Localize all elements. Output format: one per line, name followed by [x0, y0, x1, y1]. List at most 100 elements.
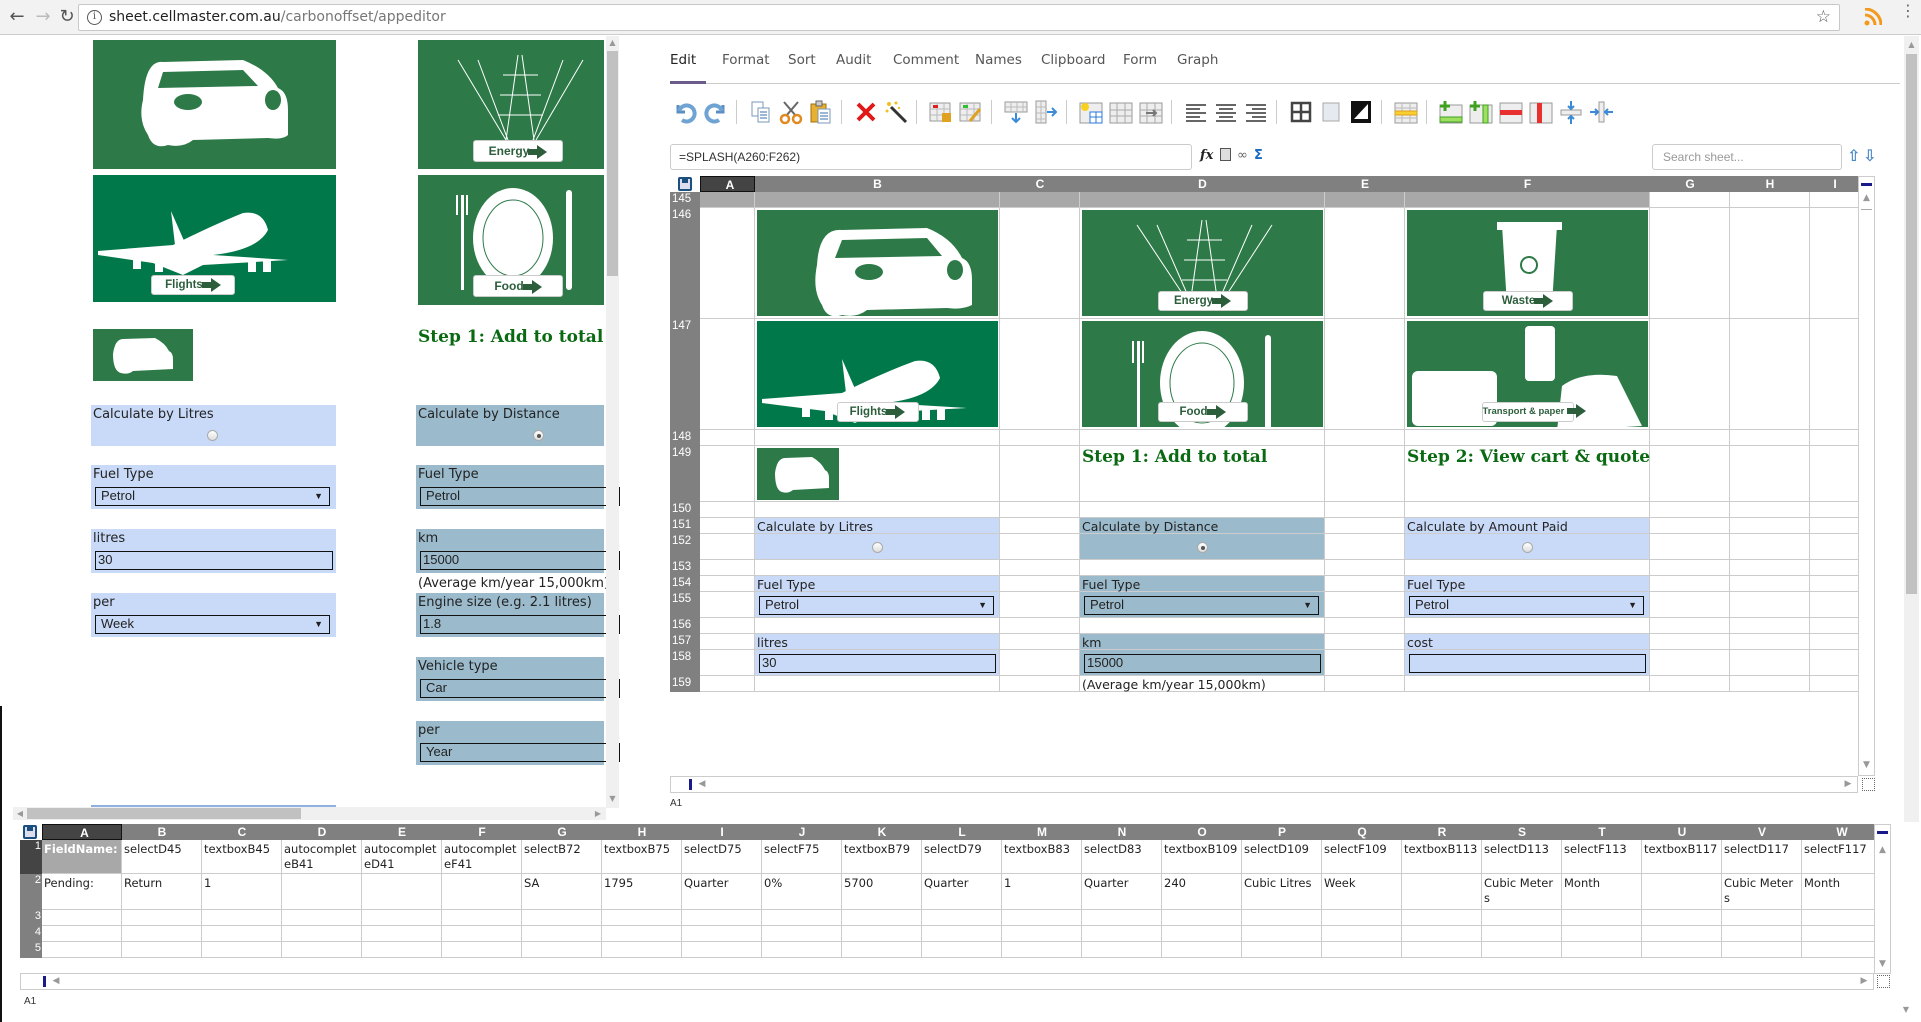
grid-cell[interactable] [842, 910, 922, 926]
field-name-cell[interactable]: FieldName: [42, 840, 122, 874]
column-header-T[interactable]: T [1562, 824, 1642, 840]
grid-cell[interactable] [1162, 910, 1242, 926]
align-left-icon[interactable] [1183, 99, 1209, 125]
grid-cell[interactable] [1730, 650, 1810, 676]
shrink-cols-icon[interactable] [1588, 99, 1614, 125]
delete-column-icon[interactable] [1528, 99, 1554, 125]
scroll-right-icon[interactable]: ▶ [1859, 976, 1869, 986]
column-header-N[interactable]: N [1082, 824, 1162, 840]
formula-input[interactable]: =SPLASH(A260:F262) [670, 144, 1192, 170]
row-header-4[interactable]: 4 [20, 926, 42, 942]
field-name-cell[interactable]: selectD113 [1482, 840, 1562, 874]
distance-option-card[interactable]: Calculate by Distance [416, 405, 604, 446]
scroll-thumb[interactable] [607, 51, 618, 276]
grid-cell[interactable] [1810, 430, 1860, 446]
grid-cell[interactable] [1080, 560, 1325, 576]
pending-vertical-scrollbar[interactable]: ▲ ▼ [1874, 824, 1891, 974]
pending-value-cell[interactable]: Quarter [1082, 874, 1162, 910]
grid-cell[interactable] [1082, 942, 1162, 958]
scroll-left-icon[interactable]: ◀ [15, 809, 25, 818]
column-header-I[interactable]: I [1810, 176, 1860, 192]
address-bar[interactable]: i sheet.cellmaster.com.au/carbonoffset/a… [78, 4, 1840, 31]
field-name-cell[interactable]: textboxB117 [1642, 840, 1722, 874]
row-header-146[interactable]: 146 [670, 208, 700, 319]
pending-fields-grid[interactable]: A B C D E F G H I J K L M N O P Q R S T U V W 1 2 3 4 5 FieldName: se… [20, 824, 1884, 974]
grid-cell[interactable] [700, 560, 755, 576]
grid-cell[interactable] [1325, 502, 1405, 518]
grid-cell[interactable] [1325, 676, 1405, 692]
column-header-P[interactable]: P [1242, 824, 1322, 840]
grid-cell[interactable] [1322, 910, 1402, 926]
grid-cell[interactable] [755, 502, 1000, 518]
grid-cell[interactable] [1325, 534, 1405, 560]
grid-cell[interactable] [282, 942, 362, 958]
grid-cell[interactable] [1802, 926, 1882, 942]
grid-cell[interactable] [202, 926, 282, 942]
pending-value-cell[interactable]: 1795 [602, 874, 682, 910]
align-right-icon[interactable] [1243, 99, 1269, 125]
transport-tile[interactable]: Transport & paper [1407, 321, 1648, 427]
grid-cell[interactable] [1405, 502, 1650, 518]
grid-cell[interactable] [700, 618, 755, 634]
row-header-159[interactable]: 159 [670, 676, 700, 692]
pending-value-cell[interactable]: Cubic Litres [1242, 874, 1322, 910]
grid-cell[interactable] [1482, 942, 1562, 958]
field-name-cell[interactable]: selectD75 [682, 840, 762, 874]
transport-button[interactable]: Transport & paper [1481, 402, 1587, 422]
column-header-O[interactable]: O [1162, 824, 1242, 840]
grid-cell[interactable] [700, 592, 755, 618]
pending-value-cell[interactable]: Return [122, 874, 202, 910]
resize-grip-icon[interactable] [1862, 778, 1875, 791]
field-name-cell[interactable]: textboxB113 [1402, 840, 1482, 874]
grid-cell[interactable] [1810, 208, 1860, 319]
grid-cell[interactable] [42, 942, 122, 958]
grid-cell[interactable] [1002, 926, 1082, 942]
grid-cell[interactable] [1650, 430, 1730, 446]
tab-edit[interactable]: Edit [670, 52, 696, 68]
grid-cell[interactable] [700, 192, 755, 208]
grid-cell[interactable] [1325, 518, 1405, 534]
scroll-right-icon[interactable]: ▶ [593, 809, 603, 818]
grid-cell[interactable] [1325, 576, 1405, 592]
column-header-E[interactable]: E [1325, 176, 1405, 192]
grid-cell[interactable] [1650, 676, 1730, 692]
per-select[interactable]: Year [420, 743, 620, 762]
grid-cell[interactable] [755, 618, 1000, 634]
grid-cell[interactable] [1402, 942, 1482, 958]
grid-cell[interactable] [1000, 430, 1080, 446]
grid-cell[interactable] [1482, 926, 1562, 942]
pending-value-cell[interactable]: Pending: [42, 874, 122, 910]
scroll-thumb[interactable] [1906, 54, 1917, 594]
distance-qty-input[interactable]: 15000 [1084, 654, 1321, 673]
page-vertical-scrollbar[interactable]: ▲ [1904, 36, 1919, 822]
grid-cell[interactable] [42, 910, 122, 926]
scroll-down-icon[interactable]: ▼ [1859, 760, 1874, 770]
grid-cell[interactable] [1810, 560, 1860, 576]
grid-cell[interactable] [522, 910, 602, 926]
grid-cell[interactable] [1650, 592, 1730, 618]
grid-cell[interactable] [1810, 676, 1860, 692]
scroll-down-icon[interactable]: ▼ [1875, 959, 1890, 969]
grid-cell[interactable] [700, 518, 755, 534]
grid-cell[interactable] [1325, 650, 1405, 676]
grid-cell[interactable] [755, 560, 1000, 576]
food-button[interactable]: Food [1157, 402, 1248, 422]
fuel-type-select[interactable]: Petrol [420, 487, 620, 506]
preview-vertical-scrollbar[interactable]: ▲ ▼ [606, 36, 619, 808]
grid-cell[interactable] [1082, 910, 1162, 926]
tab-clipboard[interactable]: Clipboard [1041, 52, 1105, 68]
field-name-cell[interactable]: selectD109 [1242, 840, 1322, 874]
tab-form[interactable]: Form [1123, 52, 1157, 68]
field-name-cell[interactable]: selectD79 [922, 840, 1002, 874]
row-header-3[interactable]: 3 [20, 910, 42, 926]
grid-cell[interactable] [1325, 319, 1405, 430]
amount-fuel-select[interactable]: Petrol ▼ [1409, 596, 1644, 615]
tab-graph[interactable]: Graph [1177, 52, 1218, 68]
grid-cell[interactable] [1080, 502, 1325, 518]
row-header-5[interactable]: 5 [20, 942, 42, 958]
pending-horizontal-scrollbar[interactable]: ◀ ▶ [20, 973, 1874, 990]
grid-cell[interactable] [1730, 576, 1810, 592]
shrink-rows-icon[interactable] [1558, 99, 1584, 125]
grid-cell[interactable] [602, 942, 682, 958]
distance-radio[interactable] [1196, 542, 1208, 553]
